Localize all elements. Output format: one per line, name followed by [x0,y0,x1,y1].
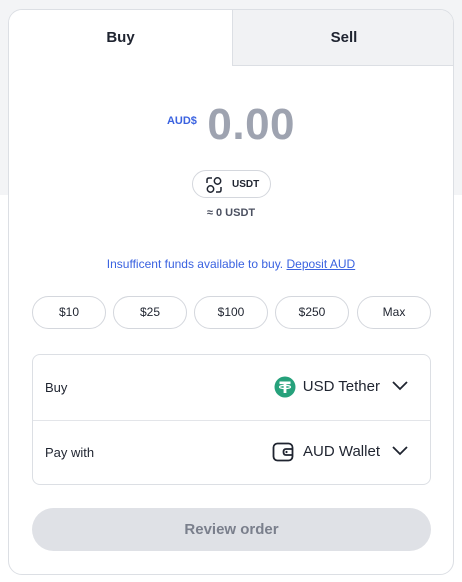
buy-label: Buy [45,380,68,395]
currency-label: AUD$ [166,115,197,127]
buy-asset-value: USD Tether [302,378,380,395]
amount-display[interactable]: AUD$ 0.00 [9,100,453,150]
wallet-icon [272,442,294,462]
trade-panel: Buy Sell AUD$ 0.00 USDT ≈ 0 USDT Insuffi… [8,9,454,575]
buy-asset-selector[interactable]: Buy USD Tether [33,355,430,421]
tab-buy[interactable]: Buy [9,10,232,66]
quick-amount-250[interactable]: $250 [275,296,349,329]
deposit-aud-link[interactable]: Deposit AUD [286,257,355,271]
notice-text: Insufficent funds available to buy. [106,257,284,271]
amount-value[interactable]: 0.00 [207,100,295,150]
tab-sell[interactable]: Sell [232,10,453,66]
asset-toggle-button[interactable]: USDT [192,170,271,198]
converted-amount: ≈ 0 USDT [206,207,256,219]
tether-icon [274,376,296,398]
quick-amount-10[interactable]: $10 [32,296,106,329]
tab-bar: Buy Sell [9,10,453,66]
insufficient-funds-notice: Insufficent funds available to buy. Depo… [9,257,453,271]
asset-label: USDT [232,179,260,190]
quick-amount-max[interactable]: Max [357,296,431,329]
review-order-button[interactable]: Review order [32,508,431,551]
quick-amount-100[interactable]: $100 [194,296,268,329]
chevron-down-icon[interactable] [392,381,408,391]
pay-with-selector[interactable]: Pay with AUD Wallet [33,420,430,485]
chevron-down-icon[interactable] [392,446,408,456]
quick-amount-25[interactable]: $25 [113,296,187,329]
pay-with-label: Pay with [45,445,95,460]
swap-icon [206,177,222,193]
pay-with-value: AUD Wallet [303,443,380,460]
order-selectors: Buy USD Tether Pay with AUD Wallet [32,354,431,485]
